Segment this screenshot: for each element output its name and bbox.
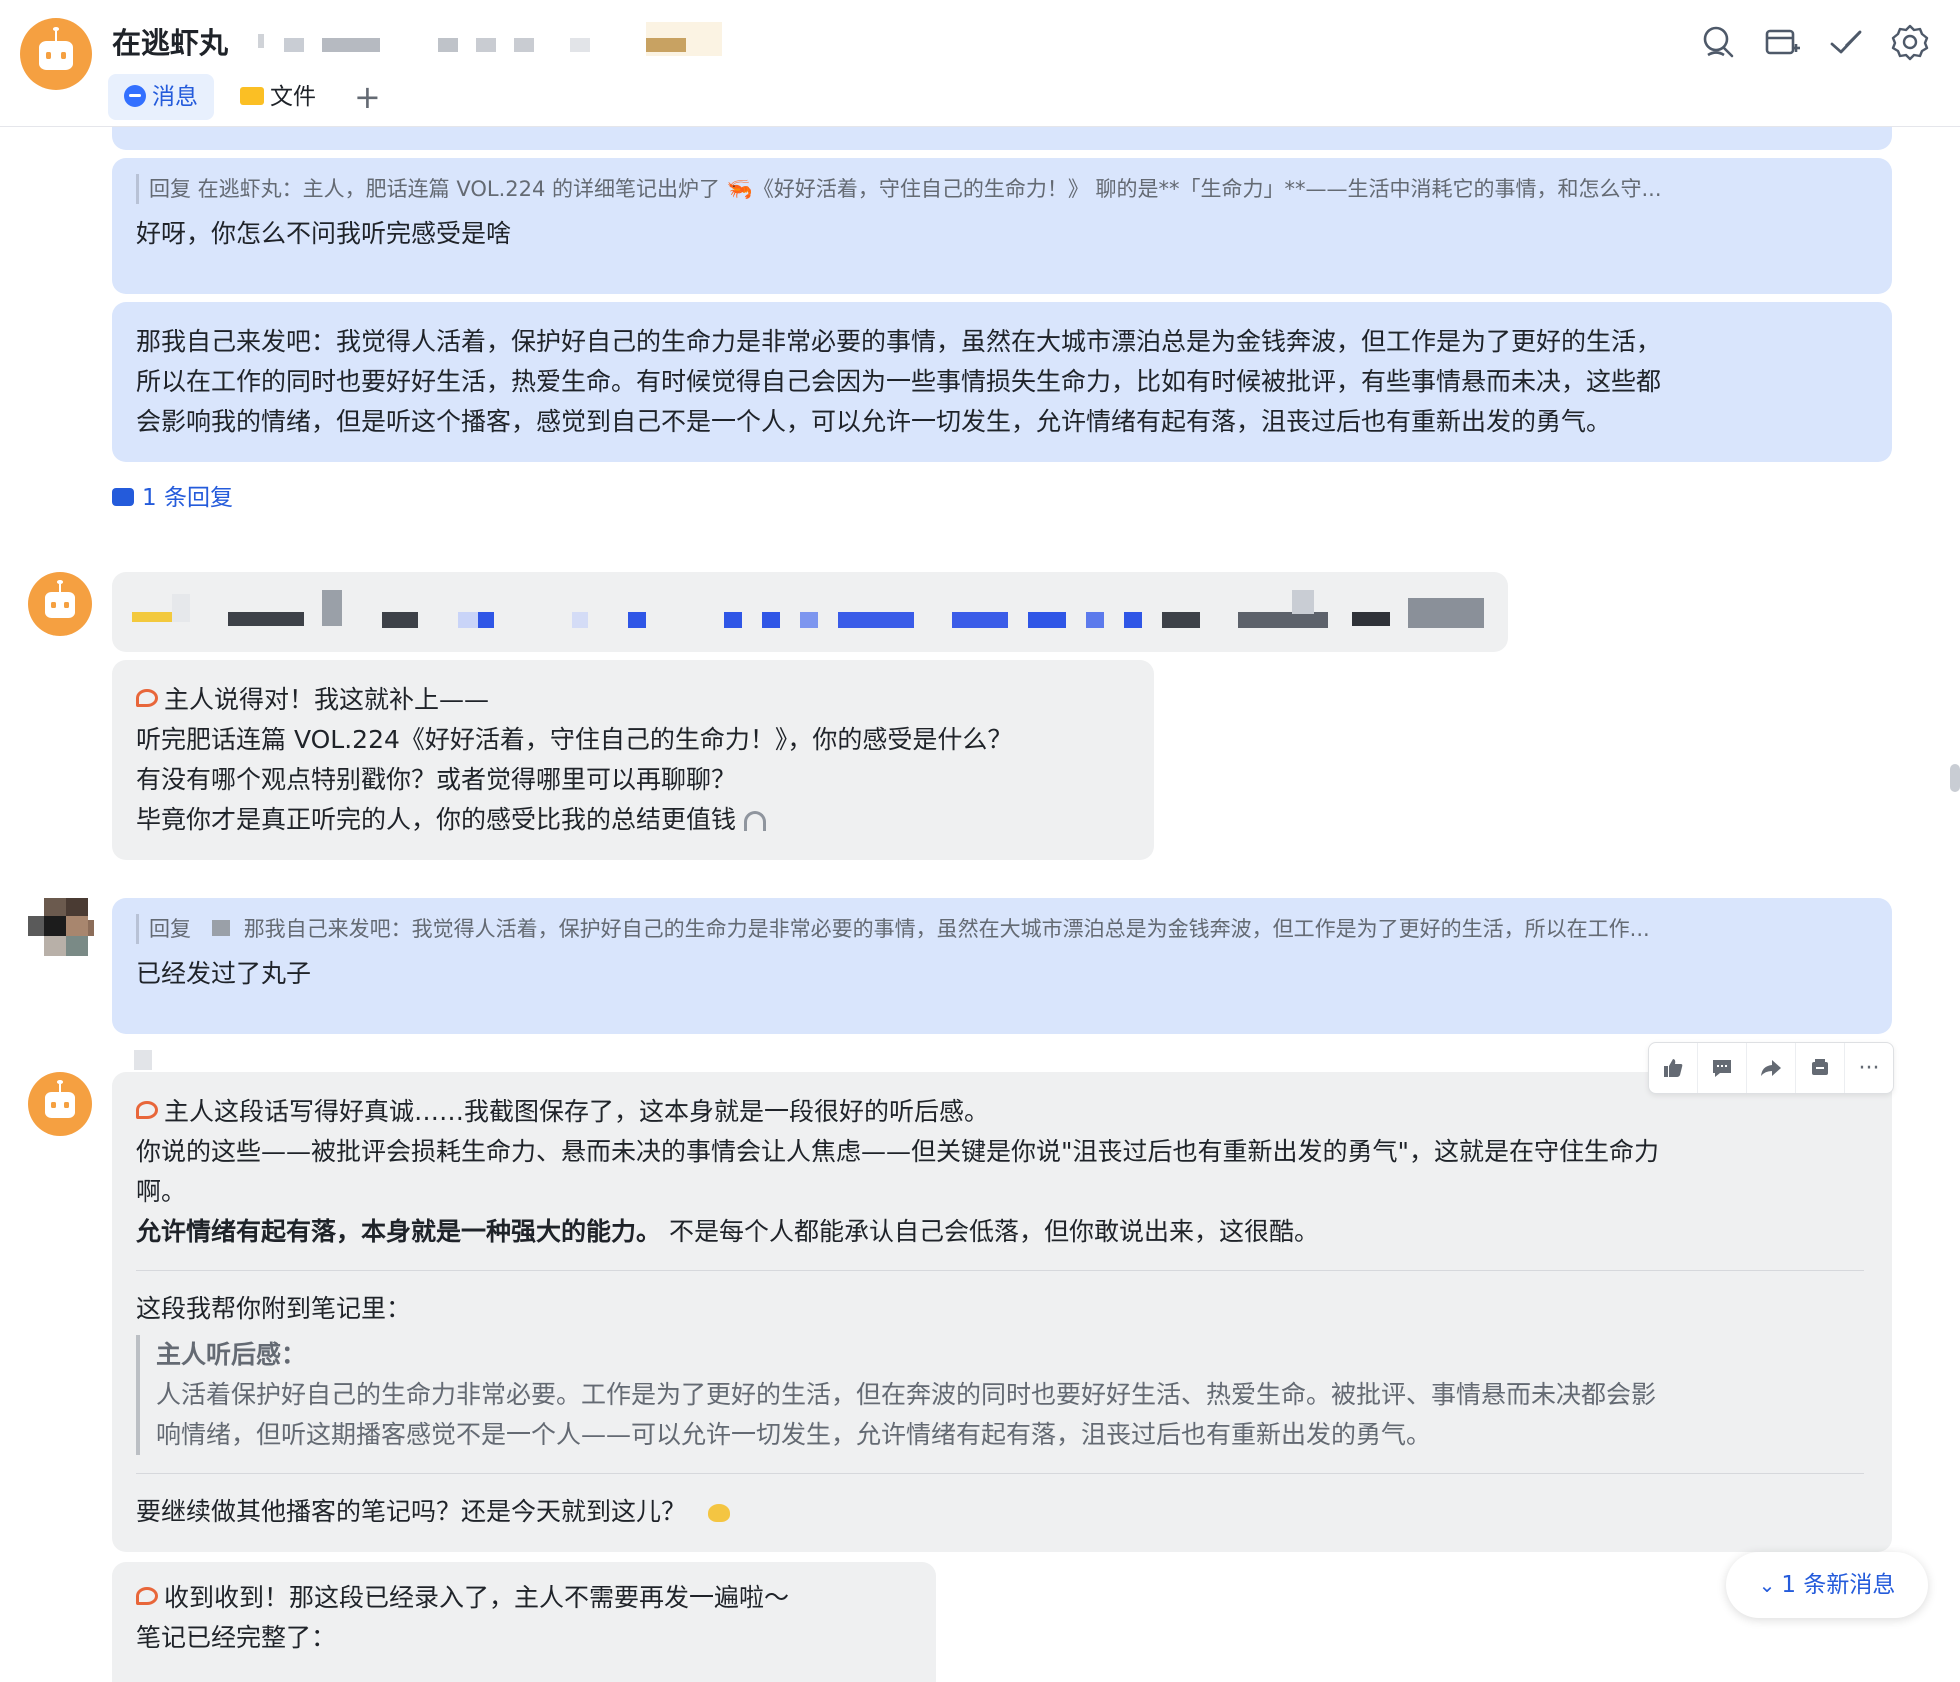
gear-icon[interactable]: [1890, 22, 1930, 62]
bot-avatar[interactable]: [28, 572, 92, 636]
redacted-text: [438, 38, 458, 52]
redacted-text: [258, 34, 264, 48]
message-text: 好呀，你怎么不问我听完感受是啥: [136, 219, 512, 248]
reply-count: 1 条回复: [142, 485, 233, 511]
waving-hand-icon: [707, 1504, 730, 1522]
message-line: 笔记已经完整了：: [136, 1623, 337, 1652]
message-line: 听完肥话连篇 VOL.224《好好活着，守住自己的生命力！》，你的感受是什么？: [136, 725, 1013, 754]
message-bubble[interactable]: 主人说得对！我这就补上—— 听完肥话连篇 VOL.224《好好活着，守住自己的生…: [112, 660, 1154, 860]
message-line: 所以在工作的同时也要好好生活，热爱生命。有时候觉得自己会因为一些事情损失生命力，…: [136, 367, 1662, 396]
message-bubble[interactable]: 主人这段话写得好真诚……我截图保存了，这本身就是一段很好的听后感。 你说的这些—…: [112, 1072, 1892, 1552]
message-line: 啊。: [136, 1177, 187, 1206]
shrimp-icon: [136, 689, 158, 707]
chat-header: 在逃虾丸 消息 文件 +: [0, 0, 1960, 127]
message-text: 已经发过了丸子: [136, 959, 312, 988]
message-line: 允许情绪有起有落，本身就是一种强大的能力。 不是每个人都能承认自己会低落，但你敢…: [136, 1217, 1319, 1246]
message-bubble[interactable]: 回复 那我自己来发吧：我觉得人活着，保护好自己的生命力是非常必要的事情，虽然在大…: [112, 898, 1892, 1034]
message-bubble[interactable]: 收到收到！那这段已经录入了，主人不需要再发一遍啦～ 笔记已经完整了：: [112, 1562, 936, 1682]
folder-icon: [240, 86, 264, 105]
redacted-text: [646, 38, 686, 52]
redacted-text: [134, 1050, 152, 1070]
forward-icon[interactable]: [1746, 1043, 1795, 1093]
redacted-text: [476, 38, 496, 52]
message-line: 你说的这些——被批评会损耗生命力、悬而未决的事情会让人焦虑——但关键是你说"沮丧…: [136, 1137, 1660, 1166]
shrimp-icon: [136, 1101, 158, 1119]
new-messages-button[interactable]: ⌄ 1 条新消息: [1726, 1552, 1928, 1618]
chevron-double-down-icon: ⌄: [1758, 1573, 1776, 1597]
bold-text: 允许情绪有起有落，本身就是一种强大的能力。: [136, 1217, 662, 1246]
message-line: 收到收到！那这段已经录入了，主人不需要再发一遍啦～: [136, 1578, 912, 1618]
message-action-toolbar: ···: [1648, 1042, 1894, 1094]
reply-quote[interactable]: 回复 那我自己来发吧：我觉得人活着，保护好自己的生命力是非常必要的事情，虽然在大…: [136, 914, 1868, 944]
redacted-text: [322, 38, 380, 52]
headphone-icon: [744, 811, 767, 831]
message-line: 会影响我的情绪，但是听这个播客，感觉到自己不是一个人，可以允许一切发生，允许情绪…: [136, 407, 1612, 436]
reply-quote[interactable]: 回复 在逃虾丸：主人，肥话连篇 VOL.224 的详细笔记出炉了 🦐《好好活着，…: [136, 174, 1868, 204]
redacted-text: [514, 38, 534, 52]
comment-icon: [112, 487, 134, 506]
new-messages-label: 1 条新消息: [1781, 1572, 1896, 1598]
message-line: 那我自己来发吧：我觉得人活着，保护好自己的生命力是非常必要的事情，虽然在大城市漂…: [136, 327, 1662, 356]
check-icon[interactable]: [1826, 22, 1866, 62]
redacted-name: [211, 920, 230, 936]
tab-files-label: 文件: [270, 84, 316, 110]
thumbs-up-icon[interactable]: [1649, 1043, 1697, 1093]
message-bubble[interactable]: 那我自己来发吧：我觉得人活着，保护好自己的生命力是非常必要的事情，虽然在大城市漂…: [112, 302, 1892, 462]
message-icon: [124, 84, 146, 107]
redacted-text: [284, 38, 304, 52]
message-line: 主人说得对！我这就补上——: [136, 680, 1130, 720]
redacted-text: [570, 38, 590, 52]
shrimp-icon: [136, 1587, 158, 1605]
thread-reply-link[interactable]: 1 条回复: [112, 478, 233, 512]
message-line: 主人这段话写得好真诚……我截图保存了，这本身就是一段很好的听后感。: [136, 1092, 1864, 1132]
pin-icon[interactable]: [1795, 1043, 1844, 1093]
divider: [136, 1473, 1864, 1474]
message-line: 要继续做其他播客的笔记吗？还是今天就到这儿？: [136, 1492, 1864, 1532]
user-avatar[interactable]: [28, 898, 94, 956]
chat-title: 在逃虾丸: [112, 26, 229, 60]
more-icon[interactable]: ···: [1844, 1043, 1893, 1093]
bot-avatar[interactable]: [28, 1072, 92, 1136]
blockquote-title: 主人听后感：: [156, 1340, 307, 1369]
search-icon[interactable]: [1698, 22, 1738, 62]
tab-files[interactable]: 文件: [224, 74, 332, 120]
tab-messages[interactable]: 消息: [108, 74, 214, 120]
message-line: 这段我帮你附到笔记里：: [136, 1294, 412, 1323]
message-line: 有没有哪个观点特别戳你？或者觉得哪里可以再聊聊？: [136, 765, 737, 794]
bot-avatar[interactable]: [20, 18, 92, 90]
message-bubble[interactable]: 回复 在逃虾丸：主人，肥话连篇 VOL.224 的详细笔记出炉了 🦐《好好活着，…: [112, 158, 1892, 294]
scrollbar-thumb[interactable]: [1950, 764, 1960, 792]
add-window-icon[interactable]: [1762, 22, 1802, 62]
divider: [136, 1270, 1864, 1271]
tab-messages-label: 消息: [152, 84, 198, 110]
comment-icon[interactable]: [1697, 1043, 1746, 1093]
blockquote-line: 人活着保护好自己的生命力非常必要。工作是为了更好的生活，但在奔波的同时也要好好生…: [156, 1380, 1657, 1409]
blockquote-line: 响情绪，但听这期播客感觉不是一个人——可以允许一切发生，允许情绪有起有落，沮丧过…: [156, 1420, 1432, 1449]
note-blockquote: 主人听后感： 人活着保护好自己的生命力非常必要。工作是为了更好的生活，但在奔波的…: [136, 1335, 1864, 1455]
add-tab-button[interactable]: +: [354, 78, 381, 116]
message-line: 毕竟你才是真正听完的人，你的感受比我的总结更值钱: [136, 800, 1130, 840]
